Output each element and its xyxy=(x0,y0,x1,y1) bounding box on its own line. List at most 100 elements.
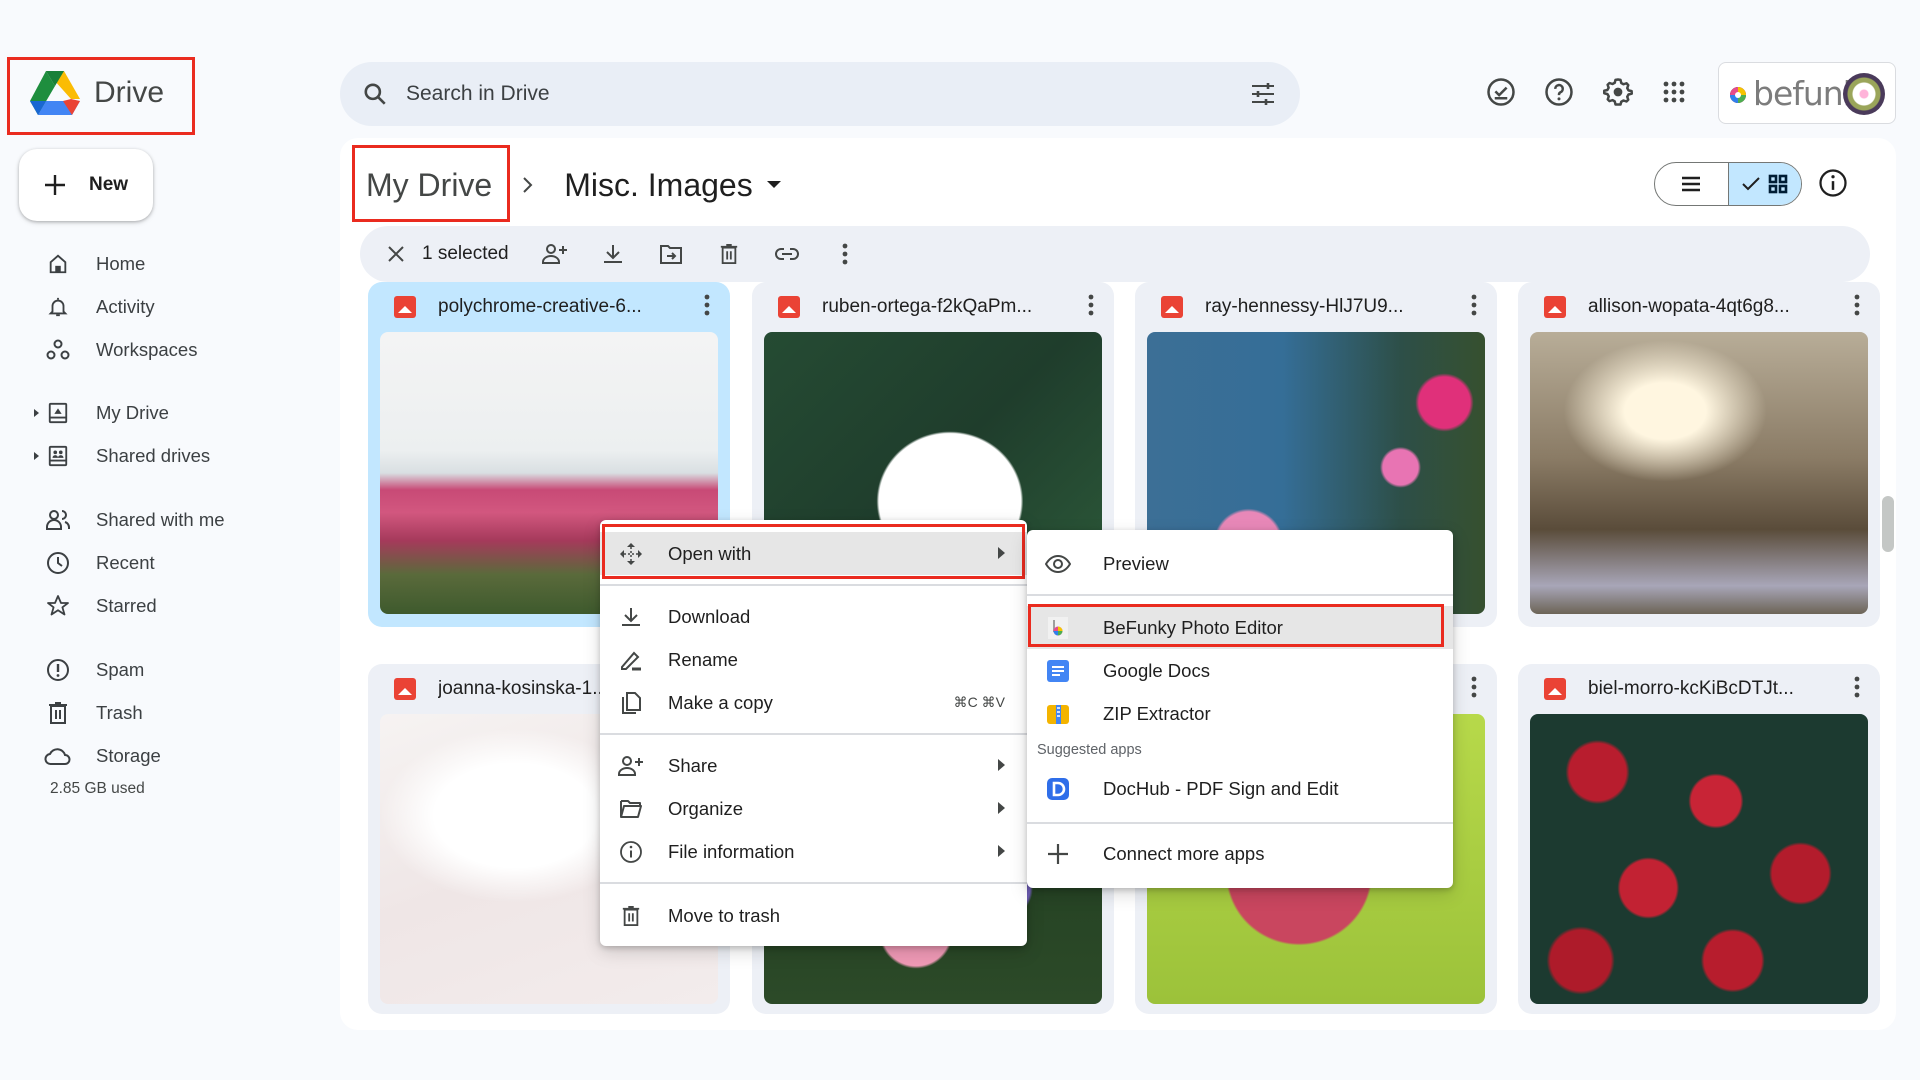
sidebar-item-storage[interactable]: Storage xyxy=(30,738,320,774)
image-file-icon xyxy=(394,296,416,318)
menu-item-rename[interactable]: Rename xyxy=(600,638,1027,681)
star-icon xyxy=(44,592,72,620)
sidebar-item-label: Shared with me xyxy=(96,509,225,530)
sidebar-item-label: Recent xyxy=(96,552,155,573)
menu-item-label: Preview xyxy=(1103,552,1169,574)
sidebar-item-label: Trash xyxy=(96,702,143,723)
list-icon xyxy=(1682,176,1701,192)
account-button[interactable]: befunky xyxy=(1718,62,1896,124)
spam-icon xyxy=(44,656,72,684)
list-view-button[interactable] xyxy=(1655,163,1728,205)
menu-item-open-with[interactable]: Open with xyxy=(600,532,1027,575)
image-file-icon xyxy=(394,678,416,700)
google-drive-icon xyxy=(30,71,80,115)
avatar[interactable] xyxy=(1843,73,1885,115)
apps-grid-icon[interactable] xyxy=(1658,76,1690,108)
move-to-folder-icon[interactable] xyxy=(651,234,691,274)
google-docs-icon xyxy=(1043,659,1073,682)
menu-item-file-information[interactable]: File information xyxy=(600,830,1027,873)
menu-item-label: Download xyxy=(668,605,751,627)
download-icon[interactable] xyxy=(593,234,633,274)
image-file-icon xyxy=(1161,296,1183,318)
details-info-icon[interactable] xyxy=(1818,168,1848,198)
submenu-item-connect-more-apps[interactable]: Connect more apps xyxy=(1027,832,1453,875)
sidebar-item-shared-with-me[interactable]: Shared with me xyxy=(30,502,320,538)
copy-icon xyxy=(616,691,646,715)
submenu-arrow-icon xyxy=(998,802,1005,814)
more-options-icon[interactable] xyxy=(1854,676,1860,698)
menu-item-label: Share xyxy=(668,754,718,776)
befunky-app-icon xyxy=(1043,616,1073,639)
menu-item-label: Rename xyxy=(668,648,738,670)
expand-caret-icon[interactable] xyxy=(30,409,44,417)
submenu-item-google-docs[interactable]: Google Docs xyxy=(1027,649,1453,692)
sidebar-item-spam[interactable]: Spam xyxy=(30,652,320,688)
help-icon[interactable] xyxy=(1543,76,1575,108)
menu-item-download[interactable]: Download xyxy=(600,595,1027,638)
share-add-person-icon[interactable] xyxy=(535,234,575,274)
share-add-person-icon xyxy=(616,755,646,777)
folder-open-icon xyxy=(616,799,646,819)
trash-icon[interactable] xyxy=(709,234,749,274)
menu-divider xyxy=(600,882,1027,884)
sidebar-item-label: Home xyxy=(96,253,146,274)
search-icon[interactable] xyxy=(362,81,388,107)
sidebar-item-my-drive[interactable]: My Drive xyxy=(30,395,320,431)
clear-selection-close-icon[interactable] xyxy=(376,234,416,274)
more-options-icon[interactable] xyxy=(1471,294,1477,316)
more-options-icon[interactable] xyxy=(1854,294,1860,316)
file-thumbnail xyxy=(1530,332,1868,614)
new-button[interactable]: New xyxy=(19,149,153,221)
file-thumbnail xyxy=(1530,714,1868,1004)
sidebar-item-activity[interactable]: Activity xyxy=(30,289,320,325)
sidebar-item-shared-drives[interactable]: Shared drives xyxy=(30,438,320,474)
more-options-icon[interactable] xyxy=(1088,294,1094,316)
plus-icon xyxy=(45,175,65,195)
suggested-apps-heading: Suggested apps xyxy=(1037,742,1142,758)
submenu-item-dochub[interactable]: DocHub - PDF Sign and Edit xyxy=(1027,767,1453,810)
sidebar-item-label: Activity xyxy=(96,296,155,317)
settings-gear-icon[interactable] xyxy=(1602,76,1634,108)
rename-pencil-icon xyxy=(616,649,646,671)
file-name: polychrome-creative-6... xyxy=(438,296,642,317)
breadcrumb-my-drive[interactable]: My Drive xyxy=(366,167,492,204)
more-options-icon[interactable] xyxy=(704,294,710,316)
menu-item-label: DocHub - PDF Sign and Edit xyxy=(1103,777,1339,799)
file-card[interactable]: allison-wopata-4qt6g8... xyxy=(1518,282,1880,627)
sidebar-item-recent[interactable]: Recent xyxy=(30,545,320,581)
menu-item-make-a-copy[interactable]: Make a copy ⌘C ⌘V xyxy=(600,681,1027,724)
more-options-icon[interactable] xyxy=(1471,676,1477,698)
submenu-item-preview[interactable]: Preview xyxy=(1027,542,1453,585)
plus-icon xyxy=(1043,843,1073,865)
breadcrumb-current-folder[interactable]: Misc. Images xyxy=(564,167,781,204)
trash-icon xyxy=(44,699,72,727)
ready-for-offline-icon[interactable] xyxy=(1485,76,1517,108)
drive-logo[interactable]: Drive xyxy=(30,68,164,118)
menu-item-move-to-trash[interactable]: Move to trash xyxy=(600,894,1027,937)
menu-item-share[interactable]: Share xyxy=(600,744,1027,787)
submenu-arrow-icon xyxy=(998,759,1005,771)
search-options-icon[interactable] xyxy=(1250,82,1276,106)
grid-view-button[interactable] xyxy=(1727,163,1801,205)
scrollbar-thumb[interactable] xyxy=(1882,496,1894,552)
menu-item-organize[interactable]: Organize xyxy=(600,787,1027,830)
copy-link-icon[interactable] xyxy=(767,234,807,274)
search-bar[interactable] xyxy=(340,62,1300,126)
sidebar-item-label: Workspaces xyxy=(96,339,198,360)
sidebar-item-home[interactable]: Home xyxy=(30,246,320,282)
submenu-item-befunky-photo-editor[interactable]: BeFunky Photo Editor xyxy=(1027,606,1453,649)
search-input[interactable] xyxy=(406,82,1206,106)
befunky-logo-icon xyxy=(1730,87,1746,103)
cloud-icon xyxy=(44,742,72,770)
sidebar-item-trash[interactable]: Trash xyxy=(30,695,320,731)
file-card[interactable]: biel-morro-kcKiBcDTJt... xyxy=(1518,664,1880,1014)
my-drive-icon xyxy=(44,399,72,427)
sidebar-item-starred[interactable]: Starred xyxy=(30,588,320,624)
menu-item-label: BeFunky Photo Editor xyxy=(1103,616,1283,638)
grid-icon xyxy=(1768,174,1788,194)
more-actions-icon[interactable] xyxy=(825,234,865,274)
submenu-item-zip-extractor[interactable]: ZIP Extractor xyxy=(1027,692,1453,735)
sidebar-item-workspaces[interactable]: Workspaces xyxy=(30,332,320,368)
expand-caret-icon[interactable] xyxy=(30,452,44,460)
dochub-icon xyxy=(1043,777,1073,800)
